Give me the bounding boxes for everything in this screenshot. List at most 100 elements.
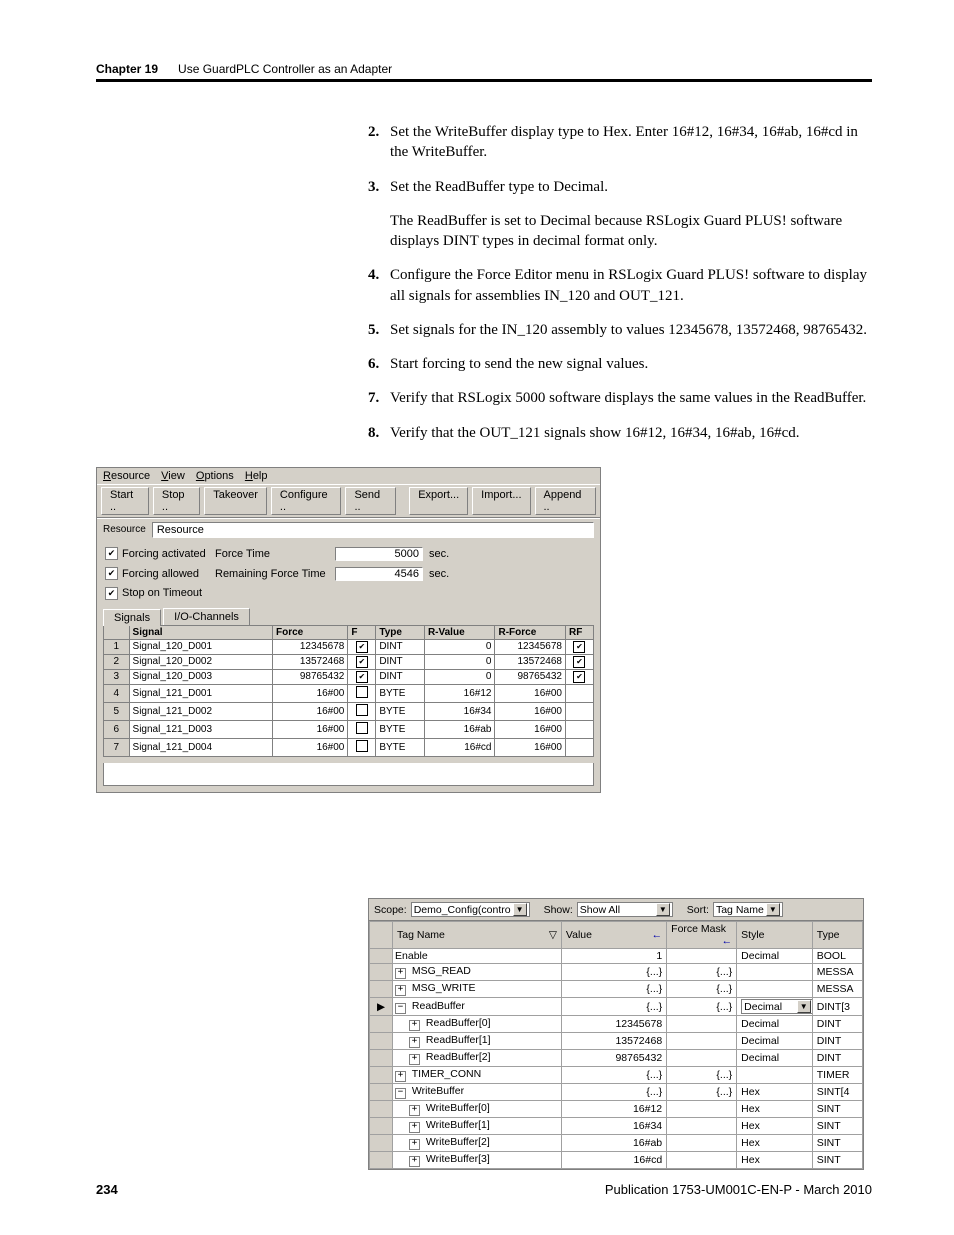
rf-checkbox[interactable]: ✔ — [565, 654, 593, 669]
style-cell[interactable] — [737, 1067, 813, 1084]
send-button[interactable]: Send .. — [345, 487, 395, 515]
style-cell[interactable]: Hex — [737, 1118, 813, 1135]
tree-toggle-icon[interactable]: + — [409, 1105, 420, 1116]
value-cell[interactable]: {...} — [561, 964, 666, 981]
scope-dropdown[interactable]: Demo_Config(contro▼ — [411, 902, 530, 917]
table-row[interactable]: + WriteBuffer[3]16#cdHexSINT — [370, 1152, 863, 1169]
stop-button[interactable]: Stop .. — [153, 487, 200, 515]
col-rforce[interactable]: R-Force — [495, 625, 566, 639]
f-checkbox[interactable] — [348, 720, 376, 738]
f-checkbox[interactable] — [348, 702, 376, 720]
col-forcemask[interactable]: Force Mask ← — [667, 922, 737, 949]
show-dropdown[interactable]: Show All▼ — [577, 902, 673, 917]
resource-field[interactable]: Resource — [152, 522, 594, 538]
rf-checkbox[interactable]: ✔ — [565, 639, 593, 654]
tree-toggle-icon[interactable]: − — [395, 1003, 406, 1014]
col-force[interactable]: Force — [273, 625, 348, 639]
menu-help[interactable]: Help — [245, 470, 268, 482]
col-rvalue[interactable]: R-Value — [424, 625, 495, 639]
table-row[interactable]: − WriteBuffer{...}{...}HexSINT[4 — [370, 1084, 863, 1101]
style-cell[interactable]: Decimal▼ — [737, 998, 813, 1016]
menu-view[interactable]: View — [161, 470, 185, 482]
col-tagname[interactable]: Tag Name ▽ — [393, 922, 562, 949]
value-cell[interactable]: 12345678 — [561, 1016, 666, 1033]
table-row[interactable]: ▶− ReadBuffer{...}{...}Decimal▼DINT[3 — [370, 998, 863, 1016]
table-row[interactable]: + MSG_READ{...}{...}MESSA — [370, 964, 863, 981]
import-button[interactable]: Import... — [472, 487, 530, 515]
rf-checkbox[interactable]: ✔ — [565, 669, 593, 684]
tree-toggle-icon[interactable]: + — [395, 1071, 406, 1082]
tree-toggle-icon[interactable]: + — [409, 1037, 420, 1048]
force-value[interactable]: 16#00 — [273, 684, 348, 702]
force-value[interactable]: 16#00 — [273, 738, 348, 756]
table-row[interactable]: 1Signal_120_D00112345678✔DINT012345678✔ — [104, 639, 594, 654]
takeover-button[interactable]: Takeover — [204, 487, 267, 515]
table-row[interactable]: 3Signal_120_D00398765432✔DINT098765432✔ — [104, 669, 594, 684]
value-cell[interactable]: {...} — [561, 1067, 666, 1084]
rf-checkbox[interactable] — [565, 720, 593, 738]
tree-toggle-icon[interactable]: + — [409, 1020, 420, 1031]
col-type[interactable]: Type — [812, 922, 862, 949]
value-cell[interactable]: {...} — [561, 981, 666, 998]
table-row[interactable]: + MSG_WRITE{...}{...}MESSA — [370, 981, 863, 998]
style-cell[interactable]: Hex — [737, 1135, 813, 1152]
value-cell[interactable]: 98765432 — [561, 1050, 666, 1067]
value-cell[interactable]: {...} — [561, 998, 666, 1016]
tab-io-channels[interactable]: I/O-Channels — [163, 608, 250, 625]
table-row[interactable]: 6Signal_121_D00316#00BYTE16#ab16#00 — [104, 720, 594, 738]
col-value[interactable]: Value ← — [561, 922, 666, 949]
style-cell[interactable]: Hex — [737, 1152, 813, 1169]
sort-dropdown[interactable]: Tag Name▼ — [713, 902, 783, 917]
table-row[interactable]: 2Signal_120_D00213572468✔DINT013572468✔ — [104, 654, 594, 669]
start-button[interactable]: Start .. — [101, 487, 149, 515]
table-row[interactable]: Enable1DecimalBOOL — [370, 949, 863, 964]
tree-toggle-icon[interactable]: + — [395, 985, 406, 996]
tree-toggle-icon[interactable]: + — [409, 1139, 420, 1150]
rf-checkbox[interactable] — [565, 684, 593, 702]
tree-toggle-icon[interactable]: + — [395, 968, 406, 979]
append-button[interactable]: Append .. — [535, 487, 597, 515]
style-cell[interactable]: Decimal — [737, 1016, 813, 1033]
table-row[interactable]: + ReadBuffer[2]98765432DecimalDINT — [370, 1050, 863, 1067]
table-row[interactable]: + WriteBuffer[2]16#abHexSINT — [370, 1135, 863, 1152]
table-row[interactable]: + WriteBuffer[0]16#12HexSINT — [370, 1101, 863, 1118]
f-checkbox[interactable]: ✔ — [348, 654, 376, 669]
table-row[interactable]: + ReadBuffer[1]13572468DecimalDINT — [370, 1033, 863, 1050]
col-type[interactable]: Type — [376, 625, 425, 639]
force-value[interactable]: 16#00 — [273, 702, 348, 720]
value-cell[interactable]: 13572468 — [561, 1033, 666, 1050]
tab-signals[interactable]: Signals — [103, 609, 161, 626]
tree-toggle-icon[interactable]: − — [395, 1088, 406, 1099]
force-value[interactable]: 16#00 — [273, 720, 348, 738]
force-value[interactable]: 12345678 — [273, 639, 348, 654]
f-checkbox[interactable]: ✔ — [348, 669, 376, 684]
f-checkbox[interactable] — [348, 738, 376, 756]
style-cell[interactable]: Decimal — [737, 949, 813, 964]
force-value[interactable]: 13572468 — [273, 654, 348, 669]
export-button[interactable]: Export... — [409, 487, 468, 515]
configure-button[interactable]: Configure .. — [271, 487, 342, 515]
value-cell[interactable]: {...} — [561, 1084, 666, 1101]
col-style[interactable]: Style — [737, 922, 813, 949]
value-cell[interactable]: 16#ab — [561, 1135, 666, 1152]
col-signal[interactable]: Signal — [129, 625, 272, 639]
rf-checkbox[interactable] — [565, 702, 593, 720]
value-cell[interactable]: 16#cd — [561, 1152, 666, 1169]
f-checkbox[interactable] — [348, 684, 376, 702]
style-cell[interactable]: Decimal — [737, 1033, 813, 1050]
style-cell[interactable]: Hex — [737, 1084, 813, 1101]
style-cell[interactable] — [737, 981, 813, 998]
col-f[interactable]: F — [348, 625, 376, 639]
tree-toggle-icon[interactable]: + — [409, 1054, 420, 1065]
forcing-allowed-checkbox[interactable]: ✔ — [105, 567, 118, 580]
table-row[interactable]: + WriteBuffer[1]16#34HexSINT — [370, 1118, 863, 1135]
stop-on-timeout-checkbox[interactable]: ✔ — [105, 587, 118, 600]
col-rf[interactable]: RF — [565, 625, 593, 639]
table-row[interactable]: + TIMER_CONN{...}{...}TIMER — [370, 1067, 863, 1084]
forcing-activated-checkbox[interactable]: ✔ — [105, 547, 118, 560]
tree-toggle-icon[interactable]: + — [409, 1122, 420, 1133]
menu-resource[interactable]: Resource — [103, 470, 150, 482]
style-cell[interactable]: Decimal — [737, 1050, 813, 1067]
force-value[interactable]: 98765432 — [273, 669, 348, 684]
table-row[interactable]: + ReadBuffer[0]12345678DecimalDINT — [370, 1016, 863, 1033]
